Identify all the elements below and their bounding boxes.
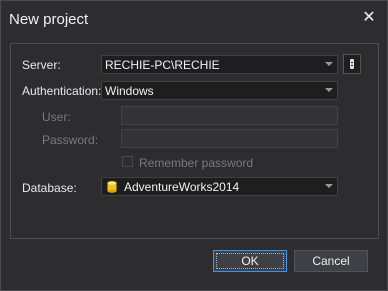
user-input[interactable] [121,106,338,125]
password-input[interactable] [121,129,338,148]
chevron-down-icon[interactable] [325,184,333,188]
dialog-title: New project [9,11,89,28]
user-label: User: [42,110,71,124]
server-browse-button[interactable] [343,54,361,74]
ok-button[interactable]: OK [213,250,287,272]
database-label: Database: [22,181,77,195]
server-label: Server: [22,58,61,72]
password-label: Password: [42,133,99,147]
server-icon [350,59,354,69]
new-project-dialog: New project ✕ Server: RECHIE-PC\RECHIE A… [0,0,388,291]
close-icon[interactable]: ✕ [361,10,377,26]
database-icon [107,181,117,193]
database-combobox[interactable]: AdventureWorks2014 [101,177,338,196]
remember-password-label: Remember password [139,156,254,170]
title-bar: New project ✕ [1,1,387,37]
authentication-value: Windows [105,84,154,98]
server-combobox[interactable]: RECHIE-PC\RECHIE [101,55,338,74]
cancel-button[interactable]: Cancel [294,250,368,272]
server-value: RECHIE-PC\RECHIE [105,58,220,72]
chevron-down-icon[interactable] [325,88,333,92]
chevron-down-icon[interactable] [325,62,333,66]
database-value: AdventureWorks2014 [124,180,240,194]
authentication-label: Authentication: [22,84,102,98]
remember-password-checkbox[interactable] [122,156,133,167]
authentication-combobox[interactable]: Windows [101,81,338,100]
